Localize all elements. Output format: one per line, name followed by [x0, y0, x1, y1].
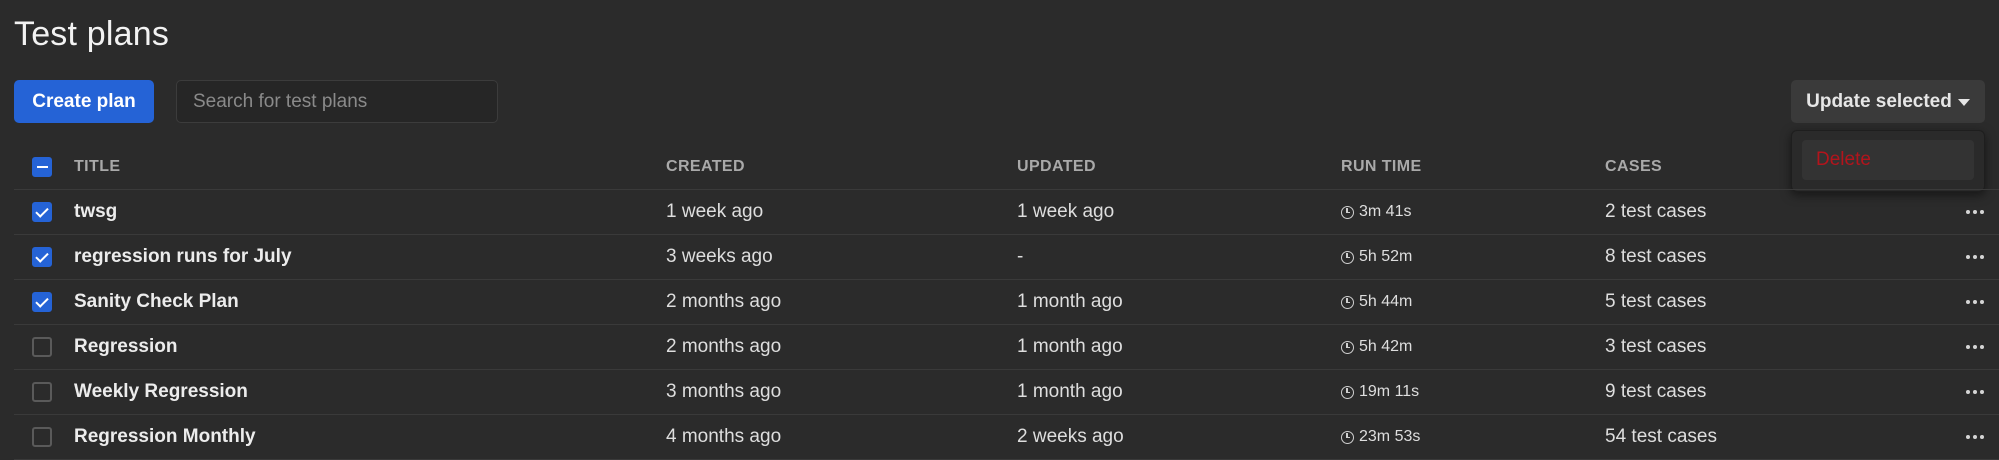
row-checkbox[interactable]	[32, 292, 52, 312]
row-checkbox[interactable]	[32, 337, 52, 357]
plan-title[interactable]: twsg	[74, 190, 117, 234]
clock-icon	[1341, 295, 1354, 309]
indeterminate-dash-icon	[36, 165, 48, 169]
more-actions-icon[interactable]	[1962, 296, 1988, 308]
table-row[interactable]: Weekly Regression 3 months ago 1 month a…	[14, 370, 1999, 415]
run-time-value: 23m 53s	[1359, 428, 1421, 445]
run-time: 5h 52m	[1341, 235, 1412, 279]
updated-date: -	[1017, 246, 1024, 267]
update-selected-label: Update selected	[1806, 90, 1952, 112]
more-actions-icon[interactable]	[1962, 431, 1988, 443]
header-updated[interactable]: UPDATED	[1017, 145, 1096, 189]
table-header: TITLE CREATED UPDATED RUN TIME CASES	[14, 145, 1999, 190]
row-checkbox[interactable]	[32, 382, 52, 402]
case-count: 9 test cases	[1605, 381, 1707, 402]
more-actions-icon[interactable]	[1962, 251, 1988, 263]
run-time: 19m 11s	[1341, 370, 1419, 414]
check-icon	[35, 293, 49, 308]
case-count: 2 test cases	[1605, 201, 1707, 222]
run-time-value: 19m 11s	[1359, 383, 1420, 400]
created-date: 2 months ago	[666, 336, 782, 357]
row-checkbox[interactable]	[32, 247, 52, 267]
updated-date: 1 month ago	[1017, 381, 1123, 402]
table-row[interactable]: Sanity Check Plan 2 months ago 1 month a…	[14, 280, 1999, 325]
plan-title[interactable]: Regression Monthly	[74, 415, 256, 459]
clock-icon	[1341, 340, 1354, 354]
caret-down-icon	[1957, 99, 1970, 106]
updated-date: 2 weeks ago	[1017, 426, 1124, 447]
run-time: 5h 42m	[1341, 325, 1412, 369]
run-time-value: 3m 41s	[1359, 203, 1412, 220]
plan-title[interactable]: Weekly Regression	[74, 370, 248, 414]
clock-icon	[1341, 205, 1354, 219]
header-title[interactable]: TITLE	[74, 145, 120, 189]
search-input[interactable]	[176, 80, 498, 123]
header-cases[interactable]: CASES	[1605, 145, 1662, 189]
table-row[interactable]: Regression Monthly 4 months ago 2 weeks …	[14, 415, 1999, 460]
plan-title[interactable]: Sanity Check Plan	[74, 280, 239, 324]
created-date: 3 weeks ago	[666, 246, 773, 267]
case-count: 5 test cases	[1605, 291, 1707, 312]
table-row[interactable]: regression runs for July 3 weeks ago - 5…	[14, 235, 1999, 280]
header-run-time[interactable]: RUN TIME	[1341, 145, 1422, 189]
clock-icon	[1341, 385, 1354, 399]
run-time: 23m 53s	[1341, 415, 1420, 459]
case-count: 54 test cases	[1605, 426, 1717, 447]
check-icon	[35, 203, 49, 218]
create-plan-button[interactable]: Create plan	[14, 80, 154, 123]
run-time-value: 5h 42m	[1359, 338, 1413, 355]
created-date: 3 months ago	[666, 381, 782, 402]
test-plans-table: TITLE CREATED UPDATED RUN TIME CASES tws…	[14, 145, 1999, 460]
case-count: 8 test cases	[1605, 246, 1707, 267]
run-time: 5h 44m	[1341, 280, 1412, 324]
run-time-value: 5h 52m	[1359, 248, 1413, 265]
select-all-checkbox[interactable]	[32, 157, 52, 177]
clock-icon	[1341, 430, 1354, 444]
more-actions-icon[interactable]	[1962, 341, 1988, 353]
created-date: 2 months ago	[666, 291, 782, 312]
run-time-value: 5h 44m	[1359, 293, 1413, 310]
update-selected-button[interactable]: Update selected	[1791, 80, 1985, 123]
table-body: twsg 1 week ago 1 week ago 3m 41s 2 test…	[14, 190, 1999, 460]
updated-date: 1 month ago	[1017, 291, 1123, 312]
check-icon	[35, 248, 49, 263]
clock-icon	[1341, 250, 1354, 264]
run-time: 3m 41s	[1341, 190, 1411, 234]
table-row[interactable]: twsg 1 week ago 1 week ago 3m 41s 2 test…	[14, 190, 1999, 235]
more-actions-icon[interactable]	[1962, 386, 1988, 398]
plan-title[interactable]: regression runs for July	[74, 235, 292, 279]
more-actions-icon[interactable]	[1962, 206, 1988, 218]
updated-date: 1 month ago	[1017, 336, 1123, 357]
case-count: 3 test cases	[1605, 336, 1707, 357]
header-created[interactable]: CREATED	[666, 145, 745, 189]
plan-title[interactable]: Regression	[74, 325, 177, 369]
page-title: Test plans	[14, 15, 170, 53]
table-row[interactable]: Regression 2 months ago 1 month ago 5h 4…	[14, 325, 1999, 370]
updated-date: 1 week ago	[1017, 201, 1115, 222]
created-date: 4 months ago	[666, 426, 782, 447]
row-checkbox[interactable]	[32, 427, 52, 447]
created-date: 1 week ago	[666, 201, 764, 222]
row-checkbox[interactable]	[32, 202, 52, 222]
